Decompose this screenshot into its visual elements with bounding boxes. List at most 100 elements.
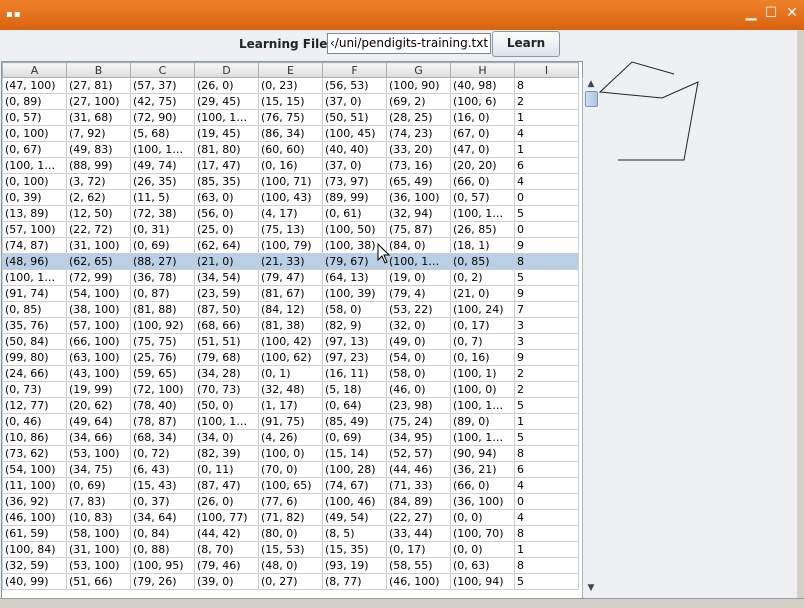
- table-cell[interactable]: (60, 60): [258, 141, 323, 158]
- table-cell[interactable]: (87, 50): [194, 301, 259, 318]
- table-cell[interactable]: (100, 65): [258, 477, 323, 494]
- table-cell[interactable]: (58, 0): [386, 365, 451, 382]
- table-cell[interactable]: 4: [514, 173, 579, 190]
- table-cell[interactable]: (7, 92): [66, 125, 131, 142]
- table-cell[interactable]: (67, 0): [450, 125, 515, 142]
- table-cell[interactable]: (100, 50): [322, 221, 387, 238]
- table-row[interactable]: (54, 100) (34, 75) (6, 43) (0, 11) (70, 0) (1…: [2, 461, 579, 478]
- table-cell[interactable]: (79, 46): [194, 557, 259, 574]
- table-cell[interactable]: (81, 80): [194, 141, 259, 158]
- table-cell[interactable]: (79, 68): [194, 349, 259, 366]
- table-cell[interactable]: (31, 100): [66, 237, 131, 254]
- table-cell[interactable]: (32, 48): [258, 381, 323, 398]
- table-cell[interactable]: (24, 66): [2, 365, 67, 382]
- table-row[interactable]: (73, 62) (53, 100) (0, 72) (82, 39) (100, 0)…: [2, 445, 579, 462]
- table-row[interactable]: (46, 100) (10, 83) (34, 64) (100, 77) (71, 8…: [2, 509, 579, 526]
- table-cell[interactable]: (57, 100): [2, 221, 67, 238]
- table-cell[interactable]: (0, 16): [450, 349, 515, 366]
- table-cell[interactable]: (23, 98): [386, 397, 451, 414]
- table-cell[interactable]: (59, 65): [130, 365, 195, 382]
- table-cell[interactable]: (0, 72): [130, 445, 195, 462]
- table-cell[interactable]: (27, 100): [66, 93, 131, 110]
- table-cell[interactable]: 8: [514, 557, 579, 574]
- table-row[interactable]: (61, 59) (58, 100) (0, 84) (44, 42) (80, 0)(…: [2, 525, 579, 542]
- table-cell[interactable]: (82, 39): [194, 445, 259, 462]
- table-cell[interactable]: (12, 77): [2, 397, 67, 414]
- table-cell[interactable]: (25, 76): [130, 349, 195, 366]
- table-cell[interactable]: 2: [514, 93, 579, 110]
- table-cell[interactable]: (51, 51): [194, 333, 259, 350]
- table-cell[interactable]: (69, 2): [386, 93, 451, 110]
- table-cell[interactable]: (44, 46): [386, 461, 451, 478]
- table-cell[interactable]: (72, 100): [130, 381, 195, 398]
- table-cell[interactable]: (72, 38): [130, 205, 195, 222]
- table-cell[interactable]: 6: [514, 461, 579, 478]
- table-cell[interactable]: (0, 11): [194, 461, 259, 478]
- table-cell[interactable]: (100, 42): [258, 333, 323, 350]
- table-cell[interactable]: (53, 100): [66, 445, 131, 462]
- table-cell[interactable]: (36, 100): [386, 189, 451, 206]
- table-cell[interactable]: (100, 43): [258, 189, 323, 206]
- table-cell[interactable]: (89, 99): [322, 189, 387, 206]
- table-cell[interactable]: (56, 0): [194, 205, 259, 222]
- table-cell[interactable]: (40, 99): [2, 573, 67, 590]
- table-cell[interactable]: (6, 43): [130, 461, 195, 478]
- close-icon[interactable]: ✕: [785, 6, 799, 20]
- table-cell[interactable]: (99, 80): [2, 349, 67, 366]
- table-row[interactable]: (0, 85) (38, 100) (81, 88) (87, 50) (84, 12)…: [2, 301, 579, 318]
- table-cell[interactable]: (44, 42): [194, 525, 259, 542]
- table-cell[interactable]: (33, 20): [386, 141, 451, 158]
- table-cell[interactable]: 2: [514, 365, 579, 382]
- table-row[interactable]: (48, 96) (62, 65) (88, 27) (21, 0) (21, 33) (…: [2, 253, 579, 270]
- table-cell[interactable]: (57, 100): [66, 317, 131, 334]
- table-cell[interactable]: (11, 5): [130, 189, 195, 206]
- table-cell[interactable]: (8, 5): [322, 525, 387, 542]
- table-cell[interactable]: (10, 83): [66, 509, 131, 526]
- table-cell[interactable]: (75, 75): [130, 333, 195, 350]
- table-cell[interactable]: (66, 0): [450, 477, 515, 494]
- table-cell[interactable]: (0, 85): [2, 301, 67, 318]
- table-cell[interactable]: 3: [514, 333, 579, 350]
- maximize-icon[interactable]: ☐: [764, 6, 778, 20]
- table-row[interactable]: (0, 89) (27, 100) (42, 75) (29, 45) (15, 15)…: [2, 93, 579, 110]
- table-cell[interactable]: (15, 35): [322, 541, 387, 558]
- table-cell[interactable]: 1: [514, 541, 579, 558]
- table-cell[interactable]: 8: [514, 445, 579, 462]
- table-row[interactable]: (100, 1… (72, 99) (36, 78) (34, 54) (79, 47)…: [2, 269, 579, 286]
- minimize-icon[interactable]: ▁: [744, 6, 758, 20]
- table-cell[interactable]: (88, 27): [130, 253, 195, 270]
- table-cell[interactable]: (0, 1): [258, 365, 323, 382]
- table-cell[interactable]: (58, 55): [386, 557, 451, 574]
- table-cell[interactable]: (0, 23): [258, 77, 323, 94]
- table-cell[interactable]: (28, 25): [386, 109, 451, 126]
- table-cell[interactable]: 5: [514, 397, 579, 414]
- column-header-b[interactable]: B: [66, 62, 131, 78]
- column-header-f[interactable]: F: [322, 62, 387, 78]
- table-row[interactable]: (0, 100) (3, 72) (26, 35) (85, 35) (100, 71)…: [2, 173, 579, 190]
- table-cell[interactable]: 4: [514, 125, 579, 142]
- table-row[interactable]: (12, 77) (20, 62) (78, 40) (50, 0) (1, 17) (0…: [2, 397, 579, 414]
- table-cell[interactable]: (71, 33): [386, 477, 451, 494]
- table-cell[interactable]: (100, 1…: [194, 413, 259, 430]
- table-cell[interactable]: (84, 89): [386, 493, 451, 510]
- table-cell[interactable]: (34, 28): [194, 365, 259, 382]
- table-cell[interactable]: (56, 53): [322, 77, 387, 94]
- table-cell[interactable]: (32, 94): [386, 205, 451, 222]
- table-cell[interactable]: (48, 96): [2, 253, 67, 270]
- table-cell[interactable]: (0, 85): [450, 253, 515, 270]
- table-cell[interactable]: (0, 100): [2, 125, 67, 142]
- table-cell[interactable]: (84, 0): [386, 237, 451, 254]
- scroll-down-icon[interactable]: ▼: [585, 583, 597, 593]
- table-cell[interactable]: (16, 0): [450, 109, 515, 126]
- table-cell[interactable]: (93, 19): [322, 557, 387, 574]
- table-cell[interactable]: (54, 0): [386, 349, 451, 366]
- data-table-container[interactable]: ABCDEFGHI (47, 100) (27, 81) (57, 37) (26, …: [1, 61, 583, 599]
- table-cell[interactable]: (20, 20): [450, 157, 515, 174]
- table-cell[interactable]: (7, 83): [66, 493, 131, 510]
- table-cell[interactable]: 9: [514, 349, 579, 366]
- table-row[interactable]: (100, 1… (88, 99) (49, 74) (17, 47) (0, 16)(…: [2, 157, 579, 174]
- learning-file-input[interactable]: ‹/uni/pendigits-training.txt: [327, 33, 491, 54]
- table-cell[interactable]: (2, 62): [66, 189, 131, 206]
- table-cell[interactable]: (75, 87): [386, 221, 451, 238]
- table-cell[interactable]: (39, 0): [194, 573, 259, 590]
